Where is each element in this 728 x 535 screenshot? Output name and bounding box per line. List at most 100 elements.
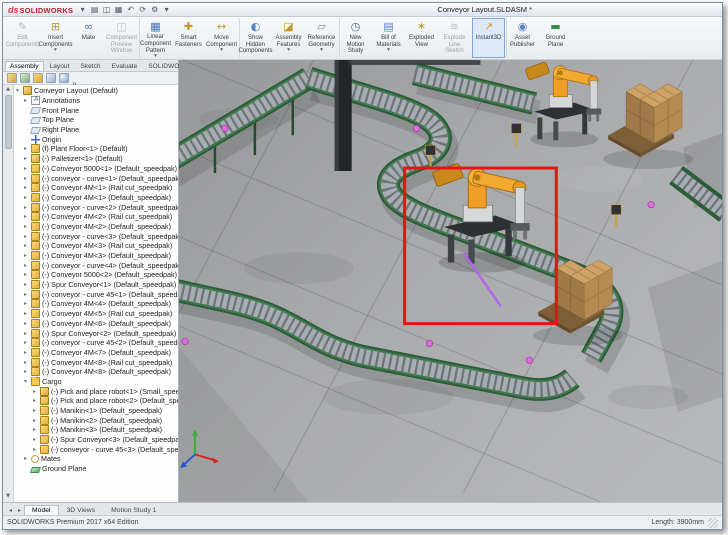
quick-tool-icon[interactable] <box>125 5 136 14</box>
tree-item[interactable]: (-) conveyor - curve 45<2> (Default_spee… <box>14 338 178 348</box>
expander-icon[interactable] <box>24 320 31 327</box>
tree-item[interactable]: (-) Conveyor 4M<1> (Rail cut_speedpak) <box>14 183 178 193</box>
tree-item[interactable]: (-) Pick and place robot<2> (Default_spe… <box>14 396 178 406</box>
viewport-3d-scene[interactable] <box>179 60 722 502</box>
expander-icon[interactable] <box>24 184 31 191</box>
tree-item[interactable]: (f) Plant Floor<1> (Default) <box>14 144 178 154</box>
expander-icon[interactable] <box>24 368 31 375</box>
view-tab[interactable]: 3D Views <box>59 505 104 515</box>
ribbon-button[interactable]: Bill of Materials <box>372 18 405 58</box>
panel-tab-icon[interactable] <box>33 73 43 83</box>
quick-tool-icon[interactable] <box>137 5 148 14</box>
tree-item[interactable]: Origin <box>14 134 178 144</box>
panel-tab-icon[interactable] <box>72 73 76 83</box>
tree-item[interactable]: (-) Conveyor 4M<8> (Default_speedpak) <box>14 367 178 377</box>
ribbon-button[interactable]: Insert Components <box>39 18 72 58</box>
expander-icon[interactable] <box>24 175 31 182</box>
expander-icon[interactable] <box>24 242 31 249</box>
expander-icon[interactable] <box>24 310 31 317</box>
tree-item[interactable]: (-) Conveyor 4M<8> (Rail cut_speedpak) <box>14 357 178 367</box>
expander-icon[interactable] <box>24 330 31 337</box>
resize-grip[interactable] <box>708 518 718 528</box>
expander-icon[interactable] <box>33 446 40 453</box>
expander-icon[interactable] <box>24 204 31 211</box>
expander-icon[interactable] <box>24 262 31 269</box>
ribbon-button[interactable]: Show Hidden Components <box>239 18 272 58</box>
scroll-thumb[interactable] <box>5 95 12 149</box>
tree-item[interactable]: Right Plane <box>14 125 178 135</box>
tree-item[interactable]: (-) Manikin<3> (Default_speedpak) <box>14 425 178 435</box>
quick-tool-icon[interactable] <box>161 5 172 14</box>
expander-icon[interactable] <box>24 145 31 152</box>
quick-tool-icon[interactable] <box>149 5 160 14</box>
tree-item[interactable]: (-) Conveyor 4M<7> (Default_speedpak) <box>14 348 178 358</box>
commandmanager-tab[interactable]: Layout <box>45 61 75 71</box>
expander-icon[interactable] <box>33 397 40 404</box>
ribbon-button[interactable]: Move Component <box>205 18 238 58</box>
expander-icon[interactable] <box>24 252 31 259</box>
expander-icon[interactable] <box>33 417 40 424</box>
tab-scroll-left-icon[interactable] <box>6 507 15 515</box>
tree-item[interactable]: (-) Manikin<1> (Default_speedpak) <box>14 406 178 416</box>
tree-item[interactable]: (-) Conveyor 4M<1> (Default_speedpak) <box>14 193 178 203</box>
tree-item[interactable]: (-) Conveyor 4M<3> (Default_speedpak) <box>14 251 178 261</box>
tree-item[interactable]: (-) Conveyor 4M<3> (Rail cut_speedpak) <box>14 241 178 251</box>
tab-scroll-right-icon[interactable] <box>15 507 24 515</box>
expander-icon[interactable] <box>33 388 40 395</box>
ribbon-button[interactable]: Assembly Features <box>272 18 305 58</box>
tree-item[interactable]: (-) Pick and place robot<1> (Small_speed… <box>14 386 178 396</box>
tree-item[interactable]: Conveyor Layout (Default) <box>14 86 178 96</box>
expander-icon[interactable] <box>16 87 23 94</box>
tree-scrollbar[interactable] <box>3 85 14 502</box>
tree-item[interactable]: (-) Conveyor 4M<2> (Rail cut_speedpak) <box>14 212 178 222</box>
expander-icon[interactable] <box>24 233 31 240</box>
quick-tool-icon[interactable] <box>89 5 100 14</box>
expander-icon[interactable] <box>24 339 31 346</box>
expander-icon[interactable] <box>24 378 31 385</box>
panel-tab-icon[interactable] <box>46 73 56 83</box>
tree-item[interactable]: Ground Plane <box>14 464 178 474</box>
expander-icon[interactable] <box>33 436 40 443</box>
expander-icon[interactable] <box>33 426 40 433</box>
scroll-up-icon[interactable] <box>6 86 10 94</box>
tree-item[interactable]: Annotations <box>14 96 178 106</box>
expander-icon[interactable] <box>33 407 40 414</box>
ribbon-button[interactable]: Ground Plane <box>539 18 572 58</box>
commandmanager-tab[interactable]: Sketch <box>75 61 105 71</box>
quick-tool-icon[interactable] <box>113 5 124 14</box>
tree-item[interactable]: (-) Manikin<2> (Default_speedpak) <box>14 415 178 425</box>
ribbon-button[interactable]: New Motion Study <box>339 18 372 58</box>
tree-item[interactable]: (-) Palletizer<1> (Default) <box>14 154 178 164</box>
commandmanager-tab[interactable]: Evaluate <box>107 61 143 71</box>
ribbon-button[interactable]: Linear Component Pattern <box>139 18 172 58</box>
ribbon-button[interactable]: Explode Line Sketch <box>438 18 471 58</box>
ribbon-button[interactable]: Instant3D <box>472 18 505 58</box>
tree-item[interactable]: Mates <box>14 454 178 464</box>
ribbon-button[interactable]: Mate <box>72 18 105 58</box>
tree-item[interactable]: (-) Spur Conveyor<3> (Default_speedpak) <box>14 435 178 445</box>
tree-item[interactable]: (-) Spur Conveyor<1> (Default_speedpak) <box>14 280 178 290</box>
view-tab[interactable]: Model <box>24 505 59 515</box>
expander-icon[interactable] <box>24 165 31 172</box>
tree-item[interactable]: (-) conveyor - curve<4> (Default_speedpa… <box>14 260 178 270</box>
expander-icon[interactable] <box>24 359 31 366</box>
view-tab[interactable]: Motion Study 1 <box>103 505 164 515</box>
tree-item[interactable]: (-) Conveyor 5000<1> (Default_speedpak) <box>14 164 178 174</box>
scroll-down-icon[interactable] <box>6 493 10 501</box>
ribbon-button[interactable]: Exploded View <box>405 18 438 58</box>
expander-icon[interactable] <box>24 223 31 230</box>
panel-tab-icon[interactable] <box>59 73 69 83</box>
tree-item[interactable]: (-) Conveyor 4M<4> (Default_speedpak) <box>14 299 178 309</box>
expander-icon[interactable] <box>24 213 31 220</box>
expander-icon[interactable] <box>24 300 31 307</box>
ribbon-button[interactable]: Smart Fasteners <box>172 18 205 58</box>
tree-item[interactable]: Front Plane <box>14 105 178 115</box>
tree-item[interactable]: Top Plane <box>14 115 178 125</box>
tree-item[interactable]: (-) conveyor - curve<2> (Default_speedpa… <box>14 202 178 212</box>
ribbon-button[interactable]: Reference Geometry <box>305 18 338 58</box>
tree-item[interactable]: (-) Conveyor 4M<2> (Default_speedpak) <box>14 222 178 232</box>
tree-item[interactable]: (-) conveyor - curve<1> (Default_speedpa… <box>14 173 178 183</box>
panel-tab-icon[interactable] <box>20 73 30 83</box>
ribbon-button[interactable]: Edit Components <box>6 18 39 58</box>
quick-tool-icon[interactable] <box>77 5 88 14</box>
